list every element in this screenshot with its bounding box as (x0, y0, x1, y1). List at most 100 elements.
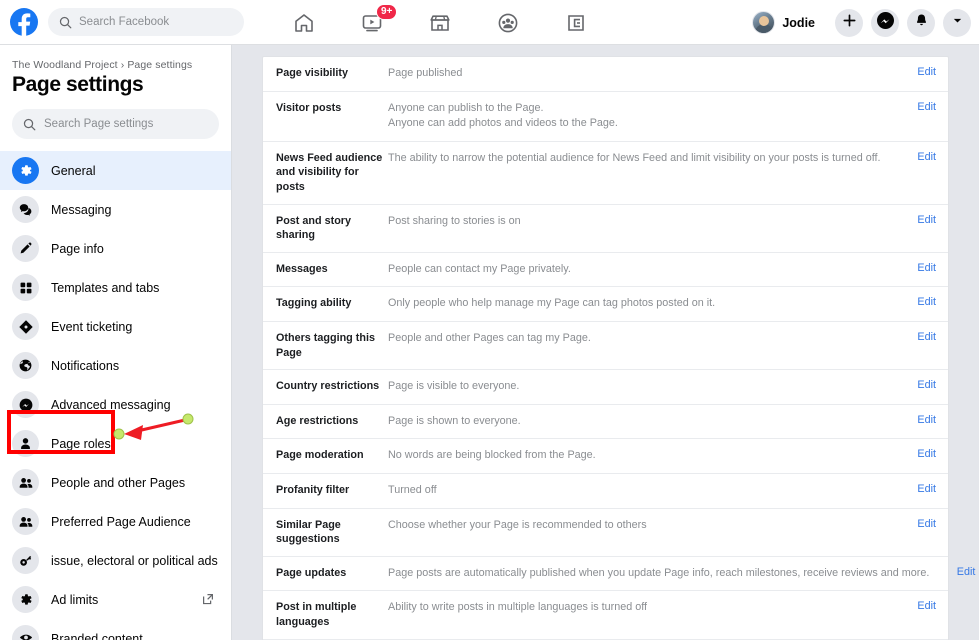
sidebar-item-preferred-page-audience[interactable]: Preferred Page Audience (0, 502, 231, 541)
ticket-icon (12, 313, 39, 340)
sidebar-item-notifications[interactable]: Notifications (0, 346, 231, 385)
settings-row: Post and story sharing Post sharing to st… (263, 205, 948, 253)
account-menu-button[interactable] (943, 8, 971, 37)
sidebar-item-label: Notifications (51, 358, 120, 373)
sidebar-item-branded-content[interactable]: Branded content (0, 619, 231, 640)
settings-row-label: Page updates (276, 566, 347, 579)
edit-link[interactable]: Edit (902, 600, 948, 612)
nav-home-button[interactable] (270, 0, 338, 45)
sidebar-item-label: Advanced messaging (51, 397, 171, 412)
messenger-button[interactable] (871, 8, 899, 37)
edit-link[interactable]: Edit (902, 262, 948, 274)
sidebar-item-advanced-messaging[interactable]: Advanced messaging (0, 385, 231, 424)
edit-link[interactable]: Edit (902, 101, 948, 113)
settings-row-label: Similar Page suggestions (276, 518, 341, 546)
groups-icon (496, 11, 520, 35)
sidebar-item-ad-limits[interactable]: Ad limits (0, 580, 231, 619)
settings-row-value: Page published (388, 67, 463, 79)
settings-row: Page moderation No words are being blocke… (263, 439, 948, 475)
grid-squares-icon (12, 274, 39, 301)
sidebar-item-label: General (51, 163, 96, 178)
sidebar-item-general[interactable]: General (0, 151, 231, 190)
settings-row-value: Page is visible to everyone. (388, 380, 520, 393)
handshake-icon (12, 625, 39, 640)
edit-link[interactable]: Edit (902, 518, 948, 530)
settings-row-values: Ability to write posts in multiple langu… (388, 600, 902, 616)
edit-link[interactable]: Edit (902, 448, 948, 460)
search-input[interactable] (79, 16, 229, 28)
sidebar-item-page-info[interactable]: Page info (0, 229, 231, 268)
globe-icon (12, 352, 39, 379)
nav-groups-button[interactable] (474, 0, 542, 45)
marketplace-storefront-icon (428, 11, 452, 35)
sidebar-item-event-ticketing[interactable]: Event ticketing (0, 307, 231, 346)
settings-row-values: Only people who help manage my Page can … (388, 296, 902, 312)
edit-link[interactable]: Edit (902, 483, 948, 495)
external-link-icon[interactable] (201, 592, 215, 611)
gaming-icon (564, 11, 588, 35)
settings-row-values: Post sharing to stories is on (388, 214, 902, 230)
settings-row-value: No words are being blocked from the Page… (388, 449, 596, 462)
nav-watch-button[interactable]: 9+ (338, 0, 406, 45)
page-title: Page settings (12, 73, 144, 96)
settings-row: Profanity filter Turned off Edit (263, 474, 948, 509)
edit-link[interactable]: Edit (902, 214, 948, 226)
settings-row: Messages People can contact my Page priva… (263, 253, 948, 288)
sidebar-item-messaging[interactable]: Messaging (0, 190, 231, 229)
global-search-box[interactable] (48, 8, 244, 36)
nav-shortcuts: 9+ (270, 0, 610, 45)
settings-row-value: Turned off (388, 484, 437, 497)
settings-row-values: Choose whether your Page is recommended … (388, 518, 902, 534)
settings-sidebar: The Woodland Project › Page settings Pag… (0, 45, 232, 640)
avatar (752, 11, 776, 34)
nav-gaming-button[interactable] (542, 0, 610, 45)
settings-row: Country restrictions Page is visible to e… (263, 370, 948, 405)
sidebar-item-label: Templates and tabs (51, 280, 160, 295)
edit-link[interactable]: Edit (902, 296, 948, 308)
settings-row-value: Anyone can publish to the Page. (388, 101, 544, 114)
edit-link[interactable]: Edit (902, 151, 948, 163)
top-navigation-bar: 9+ (0, 0, 979, 45)
settings-row-label: Post and story sharing (276, 214, 351, 242)
settings-row-values: Page is visible to everyone. (388, 379, 902, 395)
settings-row-value: Page is shown to everyone. (388, 414, 521, 427)
breadcrumb: The Woodland Project › Page settings (12, 59, 193, 71)
search-icon (59, 16, 72, 29)
edit-link[interactable]: Edit (902, 414, 948, 426)
nav-marketplace-button[interactable] (406, 0, 474, 45)
sidebar-item-people-and-other-pages[interactable]: People and other Pages (0, 463, 231, 502)
sidebar-item-label: Branded content (51, 631, 143, 640)
settings-row-values: The ability to narrow the potential audi… (388, 151, 902, 167)
sidebar-item-templates-and-tabs[interactable]: Templates and tabs (0, 268, 231, 307)
settings-row-values: Turned off (388, 483, 902, 499)
messenger-icon (12, 391, 39, 418)
settings-row-values: Anyone can publish to the Page. Anyone ca… (388, 101, 902, 132)
plus-icon (842, 13, 857, 33)
create-button[interactable] (835, 8, 863, 37)
general-settings-card: Page visibility Page published Edit Visitor… (262, 56, 975, 640)
edit-link[interactable]: Edit (902, 331, 948, 343)
sidebar-item-label: Page roles (51, 436, 111, 451)
settings-row-values: People can contact my Page privately. (388, 262, 902, 278)
settings-row-values: Page posts are automatically published w… (388, 566, 941, 582)
edit-link[interactable]: Edit (941, 566, 979, 578)
settings-row-value: Page posts are automatically published w… (388, 566, 930, 579)
sidebar-item-issue-electoral-or-political-ads[interactable]: issue, electoral or political ads (0, 541, 231, 580)
edit-link[interactable]: Edit (902, 66, 948, 78)
settings-row: Page visibility Page published Edit (263, 57, 948, 92)
settings-row: Age restrictions Page is shown to everyon… (263, 405, 948, 440)
sidebar-item-page-roles[interactable]: Page roles (0, 424, 231, 463)
profile-name: Jodie (782, 15, 815, 30)
sidebar-search-box[interactable] (12, 109, 219, 139)
edit-link[interactable]: Edit (902, 379, 948, 391)
facebook-logo-icon[interactable] (10, 8, 38, 36)
settings-row-values: Page is shown to everyone. (388, 414, 902, 430)
sidebar-item-label: issue, electoral or political ads (51, 553, 218, 568)
gear-icon (12, 586, 39, 613)
settings-row-label: Page visibility (276, 67, 349, 79)
profile-button[interactable]: Jodie (749, 8, 823, 37)
notifications-button[interactable] (907, 8, 935, 37)
settings-row-values: No words are being blocked from the Page… (388, 448, 902, 464)
sidebar-search-input[interactable] (44, 118, 204, 130)
settings-row-value: People can contact my Page privately. (388, 262, 571, 275)
